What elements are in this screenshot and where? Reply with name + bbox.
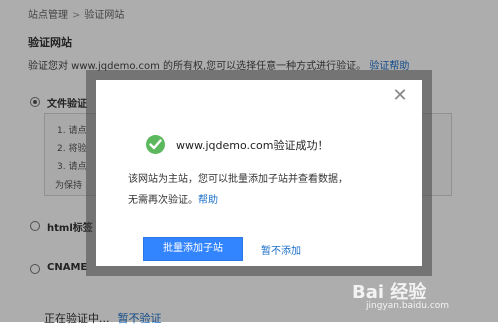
watermark-url: jingyan.baidu.com <box>366 301 450 311</box>
dialog-help-link[interactable]: 帮助 <box>198 195 218 206</box>
success-text: www.jqdemo.com验证成功！ <box>176 139 329 152</box>
skip-add-link[interactable]: 暂不添加 <box>261 242 301 257</box>
batch-add-subsites-button[interactable]: 批量添加子站 <box>143 237 243 261</box>
dialog-line-2: 无需再次验证。帮助 <box>128 191 218 206</box>
dialog-line-2-text: 无需再次验证。 <box>128 195 198 206</box>
dialog-line-1: 该网站为主站，您可以批量添加子站并查看数据， <box>128 174 348 185</box>
check-circle-icon <box>146 135 165 154</box>
close-icon[interactable]: ✕ <box>392 87 408 105</box>
watermark: Bai 经验 jingyan.baidu.com <box>348 278 488 318</box>
success-dialog: ✕ www.jqdemo.com验证成功！ 该网站为主站，您可以批量添加子站并查… <box>96 80 422 266</box>
